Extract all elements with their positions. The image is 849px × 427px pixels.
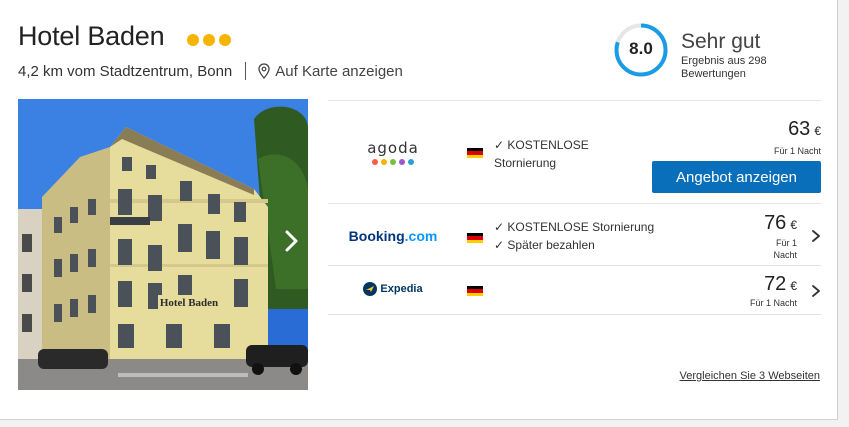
agoda-dots-icon xyxy=(328,159,458,165)
building-sign: Hotel Baden xyxy=(160,297,218,309)
expedia-plane-icon xyxy=(363,282,378,296)
currency: € xyxy=(790,218,797,232)
star-icon xyxy=(219,34,231,46)
hotel-name[interactable]: Hotel Baden xyxy=(18,21,165,52)
de-flag-icon xyxy=(467,148,483,158)
hotel-card: Hotel Baden 4,2 km vom Stadtzentrum, Bon… xyxy=(0,0,838,420)
price-value: 76 xyxy=(764,212,787,234)
chevron-right-icon[interactable] xyxy=(811,284,821,298)
hotel-building-image: Hotel Baden xyxy=(18,99,308,390)
price-block: 76 € Für 1 Nacht xyxy=(747,212,797,261)
star-icon xyxy=(203,34,215,46)
rating-count: Ergebnis aus 298 Bewertungen xyxy=(681,55,767,80)
provider-name: agoda xyxy=(367,139,419,157)
deal-row-expedia[interactable]: Expedia 72 € Für 1 Nacht xyxy=(328,265,821,315)
per-night-label: Für 1 Nacht xyxy=(749,298,797,308)
chevron-right-icon[interactable] xyxy=(284,229,300,253)
de-flag-icon xyxy=(467,286,483,296)
hotel-location: 4,2 km vom Stadtzentrum, Bonn Auf Karte … xyxy=(18,62,403,80)
cancellation-info: ✓ KOSTENLOSE Stornierung ✓ Später bezahl… xyxy=(494,220,655,252)
price-value: 72 xyxy=(764,273,787,295)
agoda-logo[interactable]: agoda xyxy=(328,139,458,165)
compare-sites-link[interactable]: Vergleichen Sie 3 Webseiten xyxy=(680,370,820,382)
view-offer-button[interactable]: Angebot anzeigen xyxy=(652,161,821,193)
rating-score: 8.0 xyxy=(629,39,653,58)
cancellation-info: ✓ KOSTENLOSE Stornierung xyxy=(494,138,589,170)
deal-row-agoda[interactable]: agoda ✓ KOSTENLOSE Stornierung 63 € Für 1… xyxy=(328,100,821,203)
de-flag-icon xyxy=(467,233,483,243)
show-on-map-link[interactable]: Auf Karte anzeigen xyxy=(258,63,403,80)
check-icon: ✓ xyxy=(494,238,508,252)
booking-logo[interactable]: Booking.com xyxy=(328,228,458,244)
expedia-logo[interactable]: Expedia xyxy=(328,282,458,296)
price-value: 63 xyxy=(788,118,811,140)
rating-label: Sehr gut xyxy=(681,30,761,53)
map-link-label: Auf Karte anzeigen xyxy=(275,62,403,80)
price-block: 72 € Für 1 Nacht xyxy=(750,273,797,309)
price-block: 63 € Für 1 Nacht xyxy=(774,118,821,157)
chevron-right-icon[interactable] xyxy=(811,229,821,243)
deal-row-booking[interactable]: Booking.com ✓ KOSTENLOSE Stornierung ✓ S… xyxy=(328,203,821,265)
star-rating xyxy=(187,34,231,46)
divider xyxy=(245,62,247,80)
per-night-label: Für 1 Nacht xyxy=(773,238,797,260)
check-icon: ✓ xyxy=(494,138,508,152)
currency: € xyxy=(814,124,821,138)
map-pin-icon xyxy=(258,63,270,79)
distance-text: 4,2 km vom Stadtzentrum, Bonn xyxy=(18,62,233,80)
currency: € xyxy=(790,279,797,293)
hotel-photo[interactable]: Hotel Baden xyxy=(18,99,308,390)
per-night-label: Für 1 Nacht xyxy=(773,146,821,156)
check-icon: ✓ xyxy=(494,220,508,234)
deals-list: agoda ✓ KOSTENLOSE Stornierung 63 € Für 1… xyxy=(328,100,821,315)
star-icon xyxy=(187,34,199,46)
